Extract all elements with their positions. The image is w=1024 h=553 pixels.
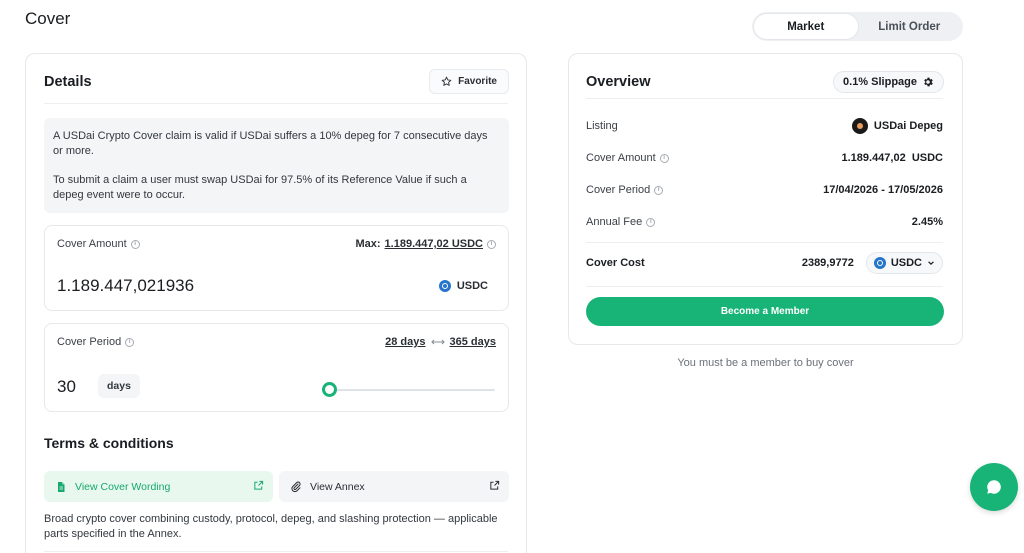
min-period-link[interactable]: 28 days xyxy=(385,336,425,348)
cover-cost-label: Cover Cost xyxy=(586,257,645,269)
favorite-button[interactable]: Favorite xyxy=(429,69,509,94)
usdc-icon xyxy=(873,257,886,269)
description-paragraph: A USDai Crypto Cover claim is valid if U… xyxy=(53,130,488,157)
view-cover-wording-button[interactable]: View Cover Wording xyxy=(44,471,273,502)
cover-amount-label: Cover Amount xyxy=(57,238,127,250)
favorite-label: Favorite xyxy=(458,76,497,87)
chat-button[interactable] xyxy=(970,463,1018,511)
become-member-button[interactable]: Become a Member xyxy=(586,297,944,326)
slippage-label: 0.1% Slippage xyxy=(843,76,917,88)
external-link-icon xyxy=(490,480,500,490)
cover-amount-row: Cover Amount i 1.189.447,02 USDC xyxy=(586,152,943,164)
cover-period-box: Cover Period i 28 days 365 days 30 days xyxy=(44,323,509,412)
terms-summary: Broad crypto cover combining custody, pr… xyxy=(44,513,498,540)
usdc-icon xyxy=(438,280,451,292)
cover-amount-label-wrap: Cover Amount i xyxy=(57,238,140,250)
view-annex-button[interactable]: View Annex xyxy=(279,471,509,502)
token-symbol: USDC xyxy=(456,280,488,292)
listing-value: USDai Depeg xyxy=(873,120,943,132)
document-icon xyxy=(58,481,65,492)
overview-cover-period-value: 17/04/2026 - 17/05/2026 xyxy=(823,184,943,196)
paperclip-icon xyxy=(291,481,301,492)
max-amount: Max: 1.189.447,02 USDC i xyxy=(355,238,496,250)
max-period-link[interactable]: 365 days xyxy=(450,336,496,348)
days-unit-chip: days xyxy=(98,374,140,398)
view-annex-label: View Annex xyxy=(310,480,365,493)
chat-icon xyxy=(987,480,1001,494)
cover-period-label: Cover Period xyxy=(57,336,122,348)
external-link-icon xyxy=(254,480,264,490)
cover-period-row: Cover Period i 17/04/2026 - 17/05/2026 xyxy=(586,184,943,196)
overview-title: Overview xyxy=(586,74,651,90)
overview-card: Overview 0.1% Slippage Listing USDai Dep… xyxy=(568,53,963,345)
info-icon[interactable]: i xyxy=(487,239,496,249)
divider xyxy=(44,551,508,552)
cover-cost-row: Cover Cost 2389,9772 USDC xyxy=(586,252,943,274)
details-title: Details xyxy=(44,74,92,90)
max-prefix: Max: xyxy=(355,238,381,250)
slippage-button[interactable]: 0.1% Slippage xyxy=(833,71,944,93)
overview-cover-period-label: Cover Period xyxy=(586,184,651,196)
divider xyxy=(586,286,943,287)
annual-fee-row: Annual Fee i 2.45% xyxy=(586,216,943,228)
terms-title: Terms & conditions xyxy=(44,435,174,451)
currency-select[interactable]: USDC xyxy=(865,252,943,274)
period-slider-handle[interactable] xyxy=(322,382,337,397)
divider xyxy=(586,242,943,243)
cover-cost-value: 2389,9772 xyxy=(801,257,854,269)
order-type-toggle: Market Limit Order xyxy=(752,12,963,41)
tab-market[interactable]: Market xyxy=(754,14,858,39)
page-title: Cover xyxy=(25,9,71,28)
arrow-range-icon xyxy=(430,339,445,345)
token-display: USDC xyxy=(438,280,488,292)
currency-select-value: USDC xyxy=(890,257,922,269)
annual-fee-label: Annual Fee xyxy=(586,216,643,228)
info-icon[interactable]: i xyxy=(646,217,656,227)
description-paragraph: To submit a claim a user must swap USDai… xyxy=(53,174,467,201)
info-icon[interactable]: i xyxy=(130,239,140,249)
cover-amount-input[interactable]: 1.189.447,021936 xyxy=(57,276,194,296)
star-icon xyxy=(441,76,452,86)
cover-amount-box: Cover Amount i Max: 1.189.447,02 USDC i … xyxy=(44,225,509,311)
overview-cover-amount-label: Cover Amount xyxy=(586,152,656,164)
cover-period-input[interactable]: 30 xyxy=(57,377,76,397)
tab-limit-order[interactable]: Limit Order xyxy=(858,14,962,39)
listing-row: Listing USDai Depeg xyxy=(586,118,943,134)
info-icon[interactable]: i xyxy=(659,153,669,163)
cover-description: A USDai Crypto Cover claim is valid if U… xyxy=(44,118,509,213)
annual-fee-value: 2.45% xyxy=(911,216,943,228)
view-cover-wording-label: View Cover Wording xyxy=(75,480,171,493)
member-note: You must be a member to buy cover xyxy=(677,357,854,369)
info-icon[interactable]: i xyxy=(654,185,664,195)
period-slider-track[interactable] xyxy=(330,389,495,391)
gear-icon xyxy=(924,77,933,87)
chevron-down-icon xyxy=(928,261,934,266)
cover-period-label-wrap: Cover Period i xyxy=(57,336,135,348)
overview-cover-amount-value: 1.189.447,02 USDC xyxy=(841,152,943,164)
max-amount-link[interactable]: 1.189.447,02 USDC xyxy=(385,238,483,250)
info-icon[interactable]: i xyxy=(125,337,135,347)
listing-label: Listing xyxy=(586,120,618,132)
divider xyxy=(44,103,508,104)
details-card: Details Favorite A USDai Crypto Cover cl… xyxy=(25,53,527,553)
divider xyxy=(586,98,943,99)
usdai-logo-icon xyxy=(851,118,868,134)
period-range: 28 days 365 days xyxy=(385,336,496,348)
